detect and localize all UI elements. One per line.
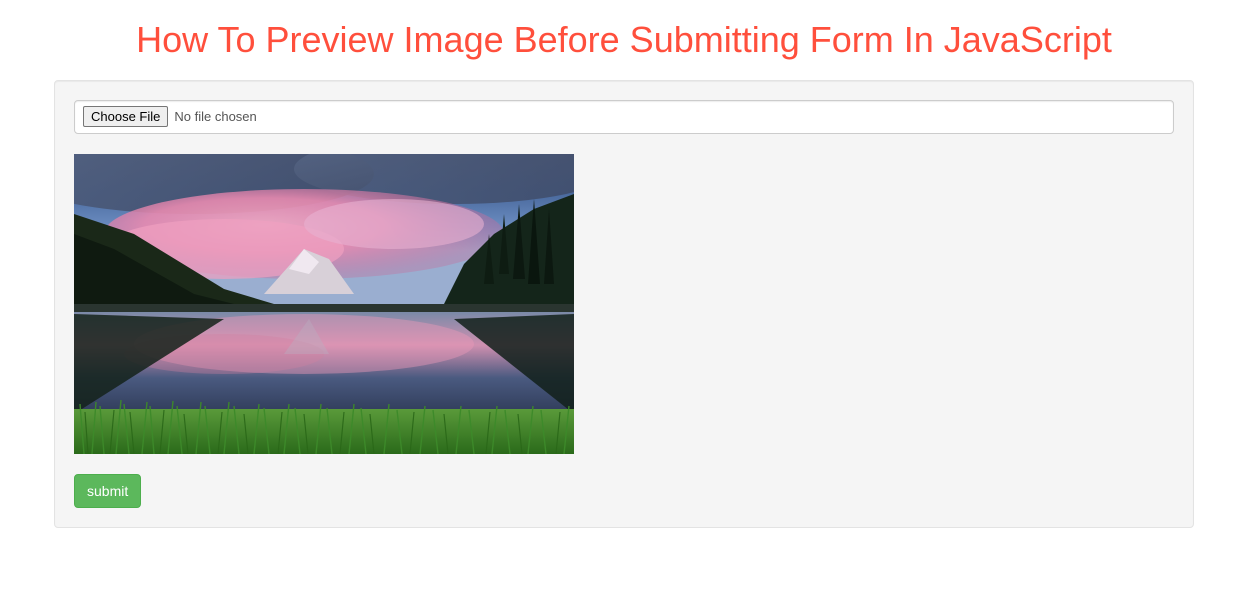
choose-file-button[interactable]: Choose File [83, 106, 168, 127]
image-preview [74, 154, 574, 454]
submit-button[interactable]: submit [74, 474, 141, 508]
page-title: How To Preview Image Before Submitting F… [54, 20, 1194, 60]
file-input[interactable]: Choose File No file chosen [74, 100, 1174, 134]
image-preview-container [74, 154, 1174, 454]
file-status-text: No file chosen [174, 109, 256, 124]
form-panel: Choose File No file chosen [54, 80, 1194, 528]
